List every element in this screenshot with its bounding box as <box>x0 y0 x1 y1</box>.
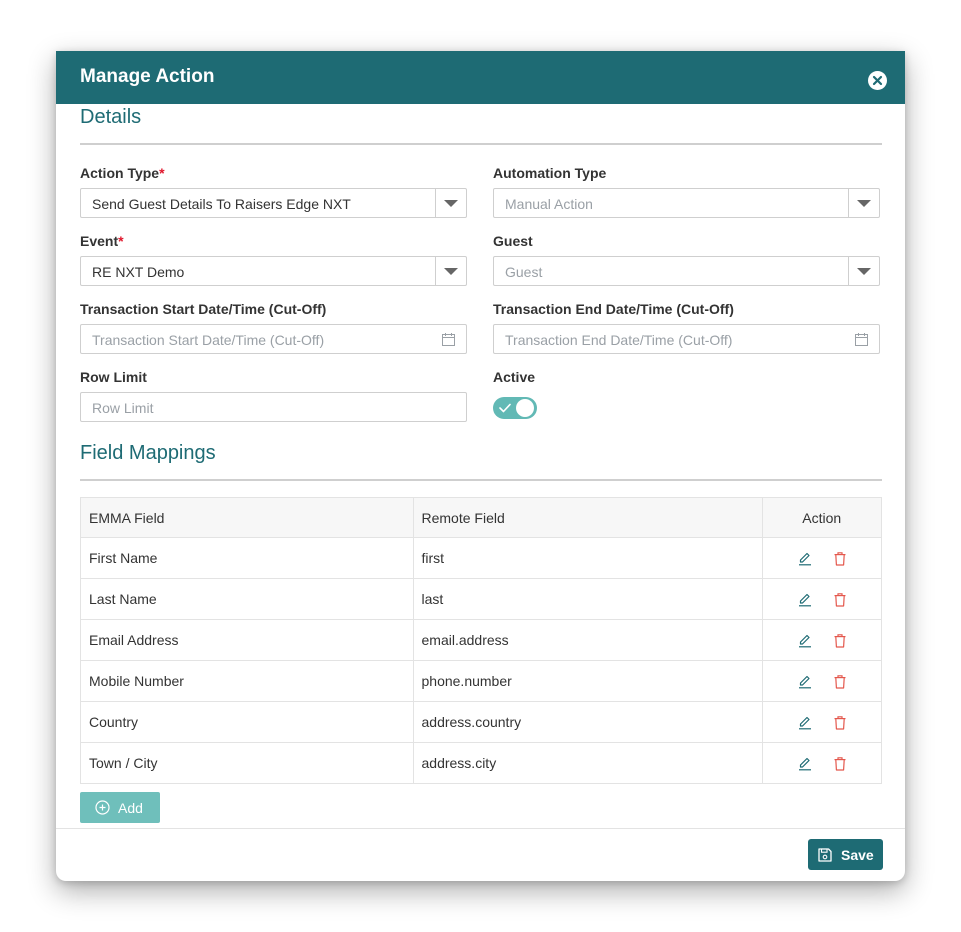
edit-icon[interactable] <box>798 675 812 689</box>
edit-icon[interactable] <box>798 757 812 771</box>
event-value: RE NXT Demo <box>92 264 185 280</box>
dialog-title: Manage Action <box>80 66 215 87</box>
event-select[interactable]: RE NXT Demo <box>80 256 467 286</box>
automation-type-select[interactable]: Manual Action <box>493 188 880 218</box>
table-row: Last Name last <box>81 578 881 620</box>
dialog-header: Manage Action <box>56 51 905 104</box>
row-limit-label: Row Limit <box>80 369 147 385</box>
toggle-knob <box>516 399 534 417</box>
table-row: Email Address email.address <box>81 619 881 661</box>
plus-circle-icon <box>95 800 110 815</box>
row-actions <box>762 619 881 661</box>
delete-icon[interactable] <box>834 675 846 689</box>
details-divider <box>80 143 882 145</box>
guest-dropdown-button[interactable] <box>848 257 879 285</box>
action-type-value: Send Guest Details To Raisers Edge NXT <box>92 196 351 212</box>
manage-action-dialog: Manage Action Details Action Type* Send … <box>56 51 905 881</box>
edit-icon[interactable] <box>798 552 812 566</box>
save-icon <box>818 848 832 862</box>
row-limit-placeholder: Row Limit <box>92 400 154 416</box>
delete-icon[interactable] <box>834 716 846 730</box>
column-header-remote-field: Remote Field <box>413 498 763 538</box>
calendar-icon[interactable] <box>442 333 455 346</box>
transaction-start-input[interactable]: Transaction Start Date/Time (Cut-Off) <box>80 324 467 354</box>
remote-field-cell: address.city <box>413 742 763 783</box>
field-mappings-divider <box>80 479 882 481</box>
required-marker: * <box>118 233 124 249</box>
save-button[interactable]: Save <box>808 839 883 870</box>
close-icon <box>872 75 883 86</box>
transaction-end-input[interactable]: Transaction End Date/Time (Cut-Off) <box>493 324 880 354</box>
table-row: Town / City address.city <box>81 742 881 784</box>
footer-divider <box>56 828 905 829</box>
column-header-emma-field: EMMA Field <box>81 498 414 538</box>
delete-icon[interactable] <box>834 552 846 566</box>
remote-field-cell: phone.number <box>413 660 763 702</box>
guest-select[interactable]: Guest <box>493 256 880 286</box>
add-button-label: Add <box>118 800 143 816</box>
automation-type-dropdown-button[interactable] <box>848 189 879 217</box>
transaction-end-placeholder: Transaction End Date/Time (Cut-Off) <box>505 332 733 348</box>
transaction-end-label: Transaction End Date/Time (Cut-Off) <box>493 301 734 317</box>
table-row: Country address.country <box>81 701 881 743</box>
table-header-row: EMMA Field Remote Field Action <box>81 498 881 538</box>
delete-icon[interactable] <box>834 593 846 607</box>
transaction-start-label: Transaction Start Date/Time (Cut-Off) <box>80 301 327 317</box>
caret-down-icon <box>857 200 871 207</box>
remote-field-cell: first <box>413 537 763 579</box>
emma-field-cell: Mobile Number <box>81 660 414 702</box>
guest-placeholder: Guest <box>505 264 543 280</box>
event-dropdown-button[interactable] <box>435 257 466 285</box>
row-actions <box>762 701 881 743</box>
edit-icon[interactable] <box>798 593 812 607</box>
row-actions <box>762 578 881 620</box>
field-mappings-table: EMMA Field Remote Field Action First Nam… <box>80 497 882 784</box>
row-actions <box>762 537 881 579</box>
edit-icon[interactable] <box>798 716 812 730</box>
emma-field-cell: First Name <box>81 537 414 579</box>
caret-down-icon <box>444 200 458 207</box>
active-toggle[interactable] <box>493 397 537 419</box>
table-row: First Name first <box>81 537 881 579</box>
check-icon <box>499 403 511 413</box>
field-mappings-section-title: Field Mappings <box>80 442 216 464</box>
table-row: Mobile Number phone.number <box>81 660 881 702</box>
calendar-icon[interactable] <box>855 333 868 346</box>
active-label: Active <box>493 369 536 385</box>
row-limit-input[interactable]: Row Limit <box>80 392 467 422</box>
delete-icon[interactable] <box>834 757 846 771</box>
add-mapping-button[interactable]: Add <box>80 792 160 823</box>
guest-label: Guest <box>493 233 533 249</box>
delete-icon[interactable] <box>834 634 846 648</box>
action-type-select[interactable]: Send Guest Details To Raisers Edge NXT <box>80 188 467 218</box>
column-header-action: Action <box>762 498 881 538</box>
emma-field-cell: Town / City <box>81 742 414 783</box>
row-actions <box>762 660 881 702</box>
automation-type-placeholder: Manual Action <box>505 196 593 212</box>
remote-field-cell: last <box>413 578 763 620</box>
action-type-label: Action Type* <box>80 165 165 181</box>
transaction-start-placeholder: Transaction Start Date/Time (Cut-Off) <box>92 332 325 348</box>
required-marker: * <box>159 165 165 181</box>
row-actions <box>762 743 881 784</box>
event-label: Event* <box>80 233 124 249</box>
emma-field-cell: Last Name <box>81 578 414 620</box>
remote-field-cell: email.address <box>413 619 763 661</box>
emma-field-cell: Email Address <box>81 619 414 661</box>
action-type-dropdown-button[interactable] <box>435 189 466 217</box>
close-button[interactable] <box>868 71 887 90</box>
emma-field-cell: Country <box>81 701 414 743</box>
edit-icon[interactable] <box>798 634 812 648</box>
details-section-title: Details <box>80 106 142 128</box>
caret-down-icon <box>857 268 871 275</box>
remote-field-cell: address.country <box>413 701 763 743</box>
save-button-label: Save <box>841 847 874 863</box>
automation-type-label: Automation Type <box>493 165 607 181</box>
caret-down-icon <box>444 268 458 275</box>
